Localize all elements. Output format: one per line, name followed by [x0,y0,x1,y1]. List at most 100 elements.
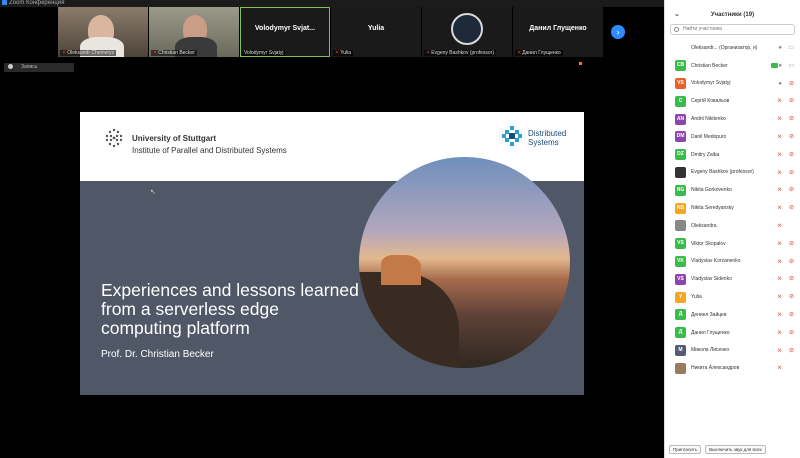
camera-off-icon[interactable]: ⊘ [789,241,794,247]
mic-off-icon[interactable]: ⨯ [777,98,782,104]
mic-off-icon[interactable]: ⨯ [777,170,782,176]
camera-off-icon[interactable]: ⊘ [789,152,794,158]
avatar: Y [675,291,686,303]
participant-row[interactable]: Oleksandra ⨯ [665,217,800,235]
participant-row[interactable]: NS Nikita Seredyansky ⨯ ⊘ [665,199,800,217]
mic-off-icon[interactable]: ⨯ [777,241,782,247]
camera-off-icon[interactable]: ⊘ [789,116,794,122]
avatar [675,42,686,54]
mic-off-icon[interactable]: ⨯ [777,187,782,193]
mute-all-button[interactable]: Выключить звук для всех [705,445,766,454]
mic-off-icon: ✕ [153,50,158,56]
mic-off-icon[interactable]: ⨯ [777,223,782,229]
participant-row[interactable]: Никита Александров ⨯ [665,359,800,377]
avatar [675,362,686,374]
participant-row[interactable]: CB Christian Becker ● ▭ [665,57,800,75]
mic-off-icon[interactable]: ⨯ [777,330,782,336]
search-placeholder: Найти участника [683,26,722,32]
window-titlebar: Zoom Конференция [0,0,664,7]
slide-author: Prof. Dr. Christian Becker [101,349,214,360]
participant-row[interactable]: DM Danil Medopuro ⨯ ⊘ [665,128,800,146]
panel-title: Участники (19) [710,12,755,18]
participant-name: Oleksandra [691,222,717,229]
video-thumb-2[interactable]: Volodymyr Svjat... Volodymyr Svjatyj [240,7,330,57]
thumb-name: Christian Becker [158,50,195,56]
recording-tile[interactable]: Запись [4,63,74,72]
mic-off-icon: ✕ [335,50,340,56]
participant-name: Volodymyr Svjatyj [691,80,731,87]
participant-search-input[interactable]: Найти участника [670,24,795,35]
camera-off-icon[interactable]: ⊘ [789,259,794,265]
participant-row[interactable]: DZ Dmitry Zaiba ⨯ ⊘ [665,146,800,164]
mic-off-icon[interactable]: ⨯ [777,294,782,300]
avatar [675,166,686,178]
participant-row[interactable]: VK Vladyslav Korzanenko ⨯ ⊘ [665,253,800,271]
camera-off-icon[interactable]: ⊘ [789,330,794,336]
camera-icon[interactable]: ▭ [788,63,794,69]
participant-row[interactable]: Y Yulia ⨯ ⊘ [665,288,800,306]
video-thumb-1[interactable]: ✕Christian Becker [149,7,239,57]
mic-off-icon[interactable]: ⨯ [777,276,782,282]
participant-row[interactable]: С Сергій Ковальов ⨯ ⊘ [665,92,800,110]
camera-off-icon[interactable]: ⊘ [789,348,794,354]
avatar: С [675,95,686,107]
mic-off-icon[interactable]: ⨯ [777,134,782,140]
participant-name: Микола Лисенко [691,347,730,354]
mic-icon[interactable]: ● [778,81,782,87]
camera-off-icon[interactable]: ⊘ [789,81,794,87]
participant-row[interactable]: Evgeny Bashkov (professor) ⨯ ⊘ [665,164,800,182]
panel-footer: Пригласить Выключить звук для всех [665,445,800,458]
thumb-name: Yulia [340,50,352,56]
participant-name: Christian Becker [691,62,728,69]
camera-off-icon[interactable]: ⊘ [789,170,794,176]
camera-off-icon[interactable]: ⊘ [789,205,794,211]
participant-name: Nikita Gorkovenko [691,187,732,194]
participant-row[interactable]: Д Дениел Зайцев ⨯ ⊘ [665,306,800,324]
participant-row[interactable]: NG Nikita Gorkovenko ⨯ ⊘ [665,181,800,199]
camera-off-icon[interactable]: ⊘ [789,187,794,193]
camera-icon[interactable]: ▭ [788,45,794,51]
video-thumb-5[interactable]: Данил Глущенко ✕Данил Глущенко [513,7,603,57]
invite-button[interactable]: Пригласить [669,445,702,454]
mic-off-icon[interactable]: ⨯ [777,365,782,371]
thumb-big-name: Данил Глущенко [529,25,587,32]
avatar: CB [675,60,686,72]
screen-share-icon [771,62,778,68]
group-line-2: Systems [528,138,559,147]
video-thumb-4[interactable]: ✕Evgeny Bashkov (professor) [422,7,512,57]
mic-off-icon[interactable]: ⨯ [777,116,782,122]
participant-row[interactable]: VS Vladyslav Sidenko ⨯ ⊘ [665,270,800,288]
video-thumb-0[interactable]: ✕Oleksandr Chemeryz [58,7,148,57]
participant-name: Vladyslav Sidenko [691,276,732,283]
avatar: DZ [675,149,686,161]
video-thumb-3[interactable]: Yulia ✕Yulia [331,7,421,57]
camera-off-icon[interactable]: ⊘ [789,134,794,140]
participant-row[interactable]: М Микола Лисенко ⨯ ⊘ [665,342,800,360]
mic-off-icon[interactable]: ⨯ [777,312,782,318]
mic-icon[interactable]: ● [778,63,782,69]
mic-off-icon[interactable]: ⨯ [777,152,782,158]
mic-off-icon: ✕ [62,50,67,56]
avatar: VS [675,273,686,285]
participant-row[interactable]: Д Данил Глущенко ⨯ ⊘ [665,324,800,342]
mic-icon[interactable]: ● [778,45,782,51]
grand-canyon-photo [359,157,570,368]
participant-row[interactable]: VS Viktor Skopalov ⨯ ⊘ [665,235,800,253]
camera-off-icon[interactable]: ⊘ [789,312,794,318]
mic-off-icon[interactable]: ⨯ [777,259,782,265]
participant-name: Vladyslav Korzanenko [691,258,741,265]
mic-off-icon[interactable]: ⨯ [777,205,782,211]
participant-row[interactable]: Oleksandr... (Организатор, я) ● ▭ [665,39,800,57]
camera-off-icon[interactable]: ⊘ [789,294,794,300]
panel-header: ⌄ Участники (19) [665,0,800,24]
camera-off-icon[interactable]: ⊘ [789,276,794,282]
avatar: DM [675,131,686,143]
participant-row[interactable]: AN Andrii Nikitenko ⨯ ⊘ [665,110,800,128]
camera-off-icon[interactable]: ⊘ [789,98,794,104]
search-icon [674,27,679,32]
avatar: Д [675,327,686,339]
mic-off-icon[interactable]: ⨯ [777,348,782,354]
next-thumbnails-button[interactable]: › [611,25,625,39]
participant-row[interactable]: VS Volodymyr Svjatyj ● ⊘ [665,75,800,93]
participant-name: Andrii Nikitenko [691,116,726,123]
